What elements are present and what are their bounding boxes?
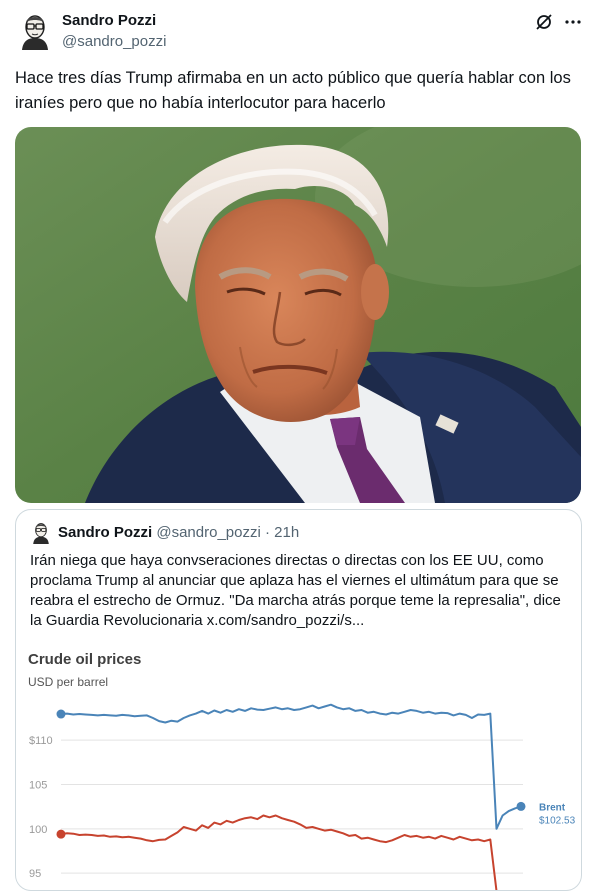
quote-author-name[interactable]: Sandro Pozzi <box>58 524 152 541</box>
tweet-text: Hace tres días Trump afirmaba en un acto… <box>15 69 571 112</box>
grok-icon[interactable] <box>534 12 554 32</box>
quote-text: Irán niega que haya convseraciones direc… <box>30 552 561 629</box>
tweet-photo[interactable] <box>15 127 581 503</box>
author-avatar[interactable] <box>17 10 53 50</box>
more-icon[interactable] <box>563 12 583 32</box>
author-name[interactable]: Sandro Pozzi <box>62 12 156 29</box>
chart-y-tick-label: 95 <box>29 868 41 880</box>
chart-series-label: Brent <box>539 802 566 813</box>
chart-series-line-brent <box>60 703 522 830</box>
chart-start-point <box>56 829 66 839</box>
chart-subtitle: USD per barrel <box>28 675 108 689</box>
chart-end-value-label: $102.53 <box>539 815 576 826</box>
author-handle[interactable]: @sandro_pozzi <box>62 33 166 50</box>
crude-oil-chart: Crude oil prices USD per barrel $110 105 100… <box>28 651 576 890</box>
chart-y-tick-label: $110 <box>29 735 53 747</box>
quote-author-handle[interactable]: @sandro_pozzi <box>156 524 260 541</box>
quote-header: Sandro Pozzi @sandro_pozzi · 21h <box>58 524 299 541</box>
chart-title: Crude oil prices <box>28 651 141 668</box>
chart-end-point <box>516 801 526 811</box>
quote-separator: · <box>264 524 270 541</box>
chart-y-tick-label: 100 <box>29 824 47 836</box>
quote-author-avatar[interactable] <box>30 520 52 544</box>
chart-series-line-series-2 <box>60 814 498 890</box>
chart-y-tick-label: 105 <box>29 780 47 792</box>
quote-time[interactable]: 21h <box>274 524 299 541</box>
photo-portrait <box>15 127 581 503</box>
chart-start-point <box>56 709 66 719</box>
quoted-tweet[interactable]: Sandro Pozzi @sandro_pozzi · 21h Irán ni… <box>15 509 582 891</box>
